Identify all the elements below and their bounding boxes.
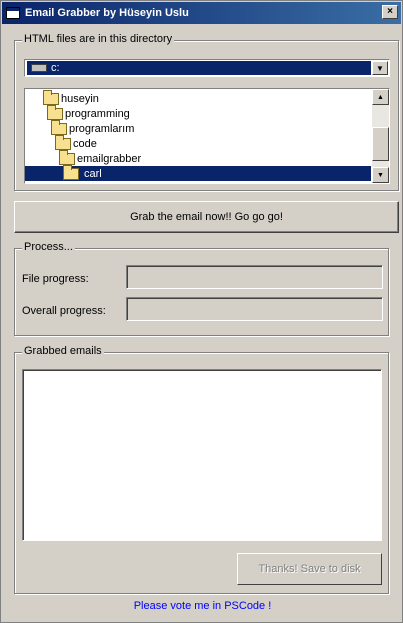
drive-label: c:	[51, 62, 60, 74]
drive-select[interactable]: c: ▼	[24, 59, 390, 77]
folder-label: carl	[84, 167, 102, 180]
process-group-legend: Process...	[22, 241, 75, 253]
file-progress-bar	[126, 265, 383, 289]
emails-textarea[interactable]	[22, 369, 382, 541]
title-bar[interactable]: Email Grabber by Hüseyin Uslu ×	[2, 2, 401, 24]
save-to-disk-button[interactable]: Thanks! Save to disk	[237, 553, 382, 585]
file-progress-label: File progress:	[22, 273, 89, 285]
close-button[interactable]: ×	[382, 5, 398, 19]
process-group: Process...	[14, 241, 389, 336]
scroll-down-button[interactable]: ▼	[372, 167, 389, 183]
folder-item-carl[interactable]: carl	[25, 164, 371, 181]
folder-icon	[47, 104, 63, 120]
folder-icon	[51, 119, 67, 135]
folder-label: huseyin	[61, 92, 99, 105]
directory-list[interactable]: huseyin programming programlarım code em…	[24, 88, 390, 184]
app-icon	[6, 7, 20, 19]
chevron-down-icon[interactable]: ▼	[372, 61, 388, 75]
main-window: Email Grabber by Hüseyin Uslu × HTML fil…	[0, 0, 403, 623]
drive-select-value: c:	[27, 61, 371, 75]
grab-email-button[interactable]: Grab the email now!! Go go go!	[14, 201, 399, 233]
vote-link[interactable]: Please vote me in PSCode !	[1, 600, 403, 612]
window-title: Email Grabber by Hüseyin Uslu	[25, 7, 189, 19]
scroll-thumb[interactable]	[372, 127, 389, 161]
folder-icon	[43, 89, 59, 105]
folder-label: emailgrabber	[77, 152, 142, 165]
folder-label: programlarım	[69, 122, 135, 135]
folder-label: programming	[65, 107, 130, 120]
overall-progress-bar	[126, 297, 383, 321]
folder-icon	[55, 134, 71, 150]
directory-group-legend: HTML files are in this directory	[22, 33, 175, 45]
directory-scrollbar[interactable]: ▲ ▼	[372, 89, 389, 183]
folder-label: code	[73, 137, 97, 150]
open-folder-icon	[63, 164, 79, 180]
folder-icon	[59, 149, 75, 165]
emails-group-legend: Grabbed emails	[22, 345, 104, 357]
scroll-up-button[interactable]: ▲	[372, 89, 389, 105]
drive-icon	[31, 64, 47, 72]
overall-progress-label: Overall progress:	[22, 305, 106, 317]
